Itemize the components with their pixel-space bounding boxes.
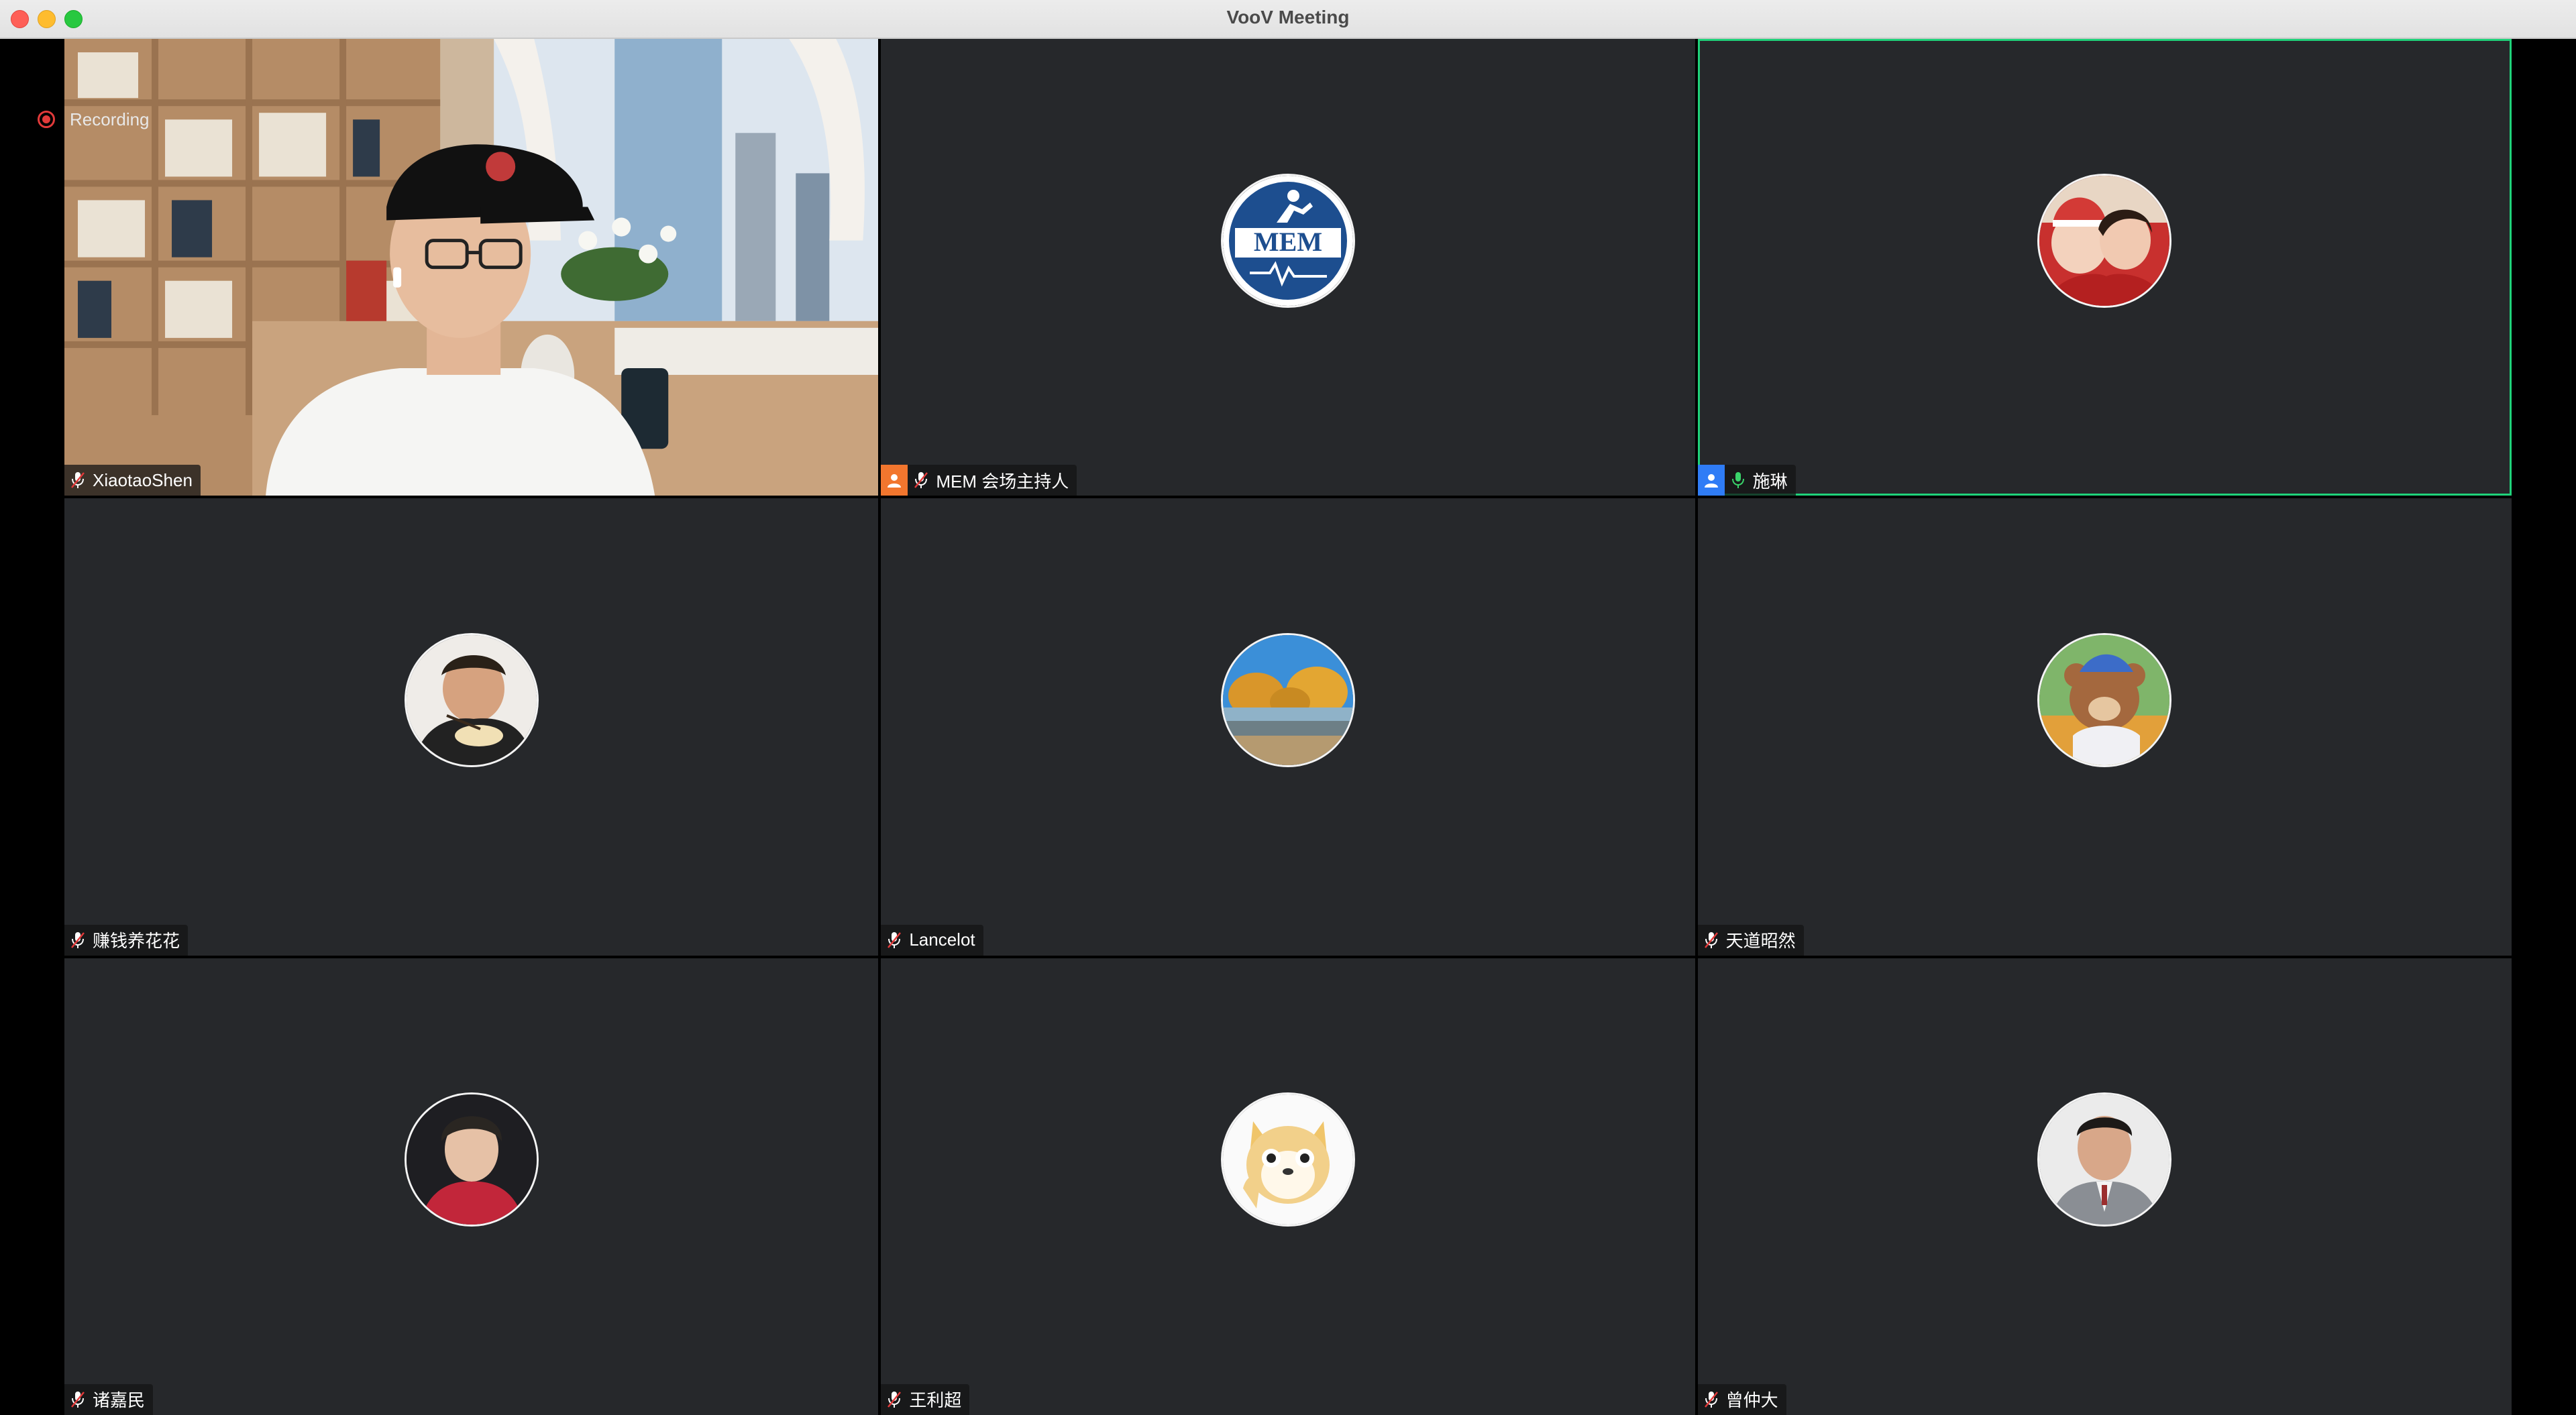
participant-grid: XiaotaoShen MEM MEM 会场主持人 施琳 赚钱养花花 Lance… (64, 39, 2512, 1415)
host-icon (881, 465, 908, 496)
mic-muted-icon (881, 925, 908, 956)
meeting-window: VooV Meeting Recording XiaotaoShen MEM M… (0, 0, 2576, 1415)
mic-muted-icon (64, 1384, 91, 1415)
participant-tile[interactable]: 诸嘉民 (64, 958, 879, 1415)
mic-muted-icon (1698, 1384, 1725, 1415)
video-stage: Recording XiaotaoShen MEM MEM 会场主持人 施琳 赚… (0, 39, 2576, 1415)
participant-name: 施琳 (1752, 471, 1788, 492)
participant-name-tag: 曾仲大 (1697, 1383, 1786, 1415)
participant-name: Lancelot (909, 929, 975, 950)
participant-tile[interactable]: MEM MEM 会场主持人 (881, 39, 1695, 496)
co-host-icon (1697, 465, 1725, 496)
participant-avatar (404, 1092, 539, 1227)
participant-avatar (1220, 632, 1355, 767)
participant-avatar (2037, 1092, 2172, 1227)
participant-name: 诸嘉民 (93, 1390, 146, 1411)
participant-name-tag: XiaotaoShen (64, 465, 201, 496)
mic-muted-icon (1698, 925, 1725, 956)
participant-name-tag: Lancelot (881, 924, 983, 956)
participant-name: 王利超 (909, 1390, 962, 1411)
mem-logo-avatar: MEM (1220, 173, 1355, 308)
participant-tile[interactable]: Lancelot (881, 498, 1695, 956)
mic-muted-icon (64, 925, 91, 956)
title-bar: VooV Meeting (0, 0, 2576, 39)
participant-tile-active-speaker[interactable]: 施琳 (1697, 39, 2512, 496)
mic-muted-icon (881, 1384, 908, 1415)
participant-tile[interactable]: XiaotaoShen (64, 39, 879, 496)
participant-tile[interactable]: 天道昭然 (1697, 498, 2512, 956)
participant-name-tag: 天道昭然 (1697, 924, 1804, 956)
participant-name-tag: 施琳 (1697, 465, 1796, 496)
mic-muted-icon (64, 465, 91, 496)
participant-name-tag: MEM 会场主持人 (881, 465, 1077, 496)
participant-name: 曾仲大 (1725, 1390, 1778, 1411)
participant-name-tag: 诸嘉民 (64, 1383, 154, 1415)
mic-on-icon (1725, 465, 1752, 496)
participant-name: 赚钱养花花 (93, 931, 180, 952)
participant-name: 天道昭然 (1725, 931, 1796, 952)
participant-name-tag: 王利超 (881, 1383, 970, 1415)
participant-video (64, 39, 879, 496)
mic-muted-icon (908, 465, 934, 496)
participant-name-tag: 赚钱养花花 (64, 924, 189, 956)
participant-tile[interactable]: 王利超 (881, 958, 1695, 1415)
participant-tile[interactable]: 赚钱养花花 (64, 498, 879, 956)
participant-avatar (404, 632, 539, 767)
window-title: VooV Meeting (1226, 7, 1350, 27)
participant-name: XiaotaoShen (93, 469, 193, 490)
recording-indicator[interactable]: Recording (38, 103, 150, 135)
participant-name: MEM 会场主持人 (936, 471, 1069, 492)
participant-tile[interactable]: 曾仲大 (1697, 958, 2512, 1415)
recording-label: Recording (70, 109, 150, 129)
participant-avatar (1220, 1092, 1355, 1227)
recording-icon (38, 111, 55, 128)
participant-avatar (2037, 173, 2172, 308)
participant-avatar (2037, 632, 2172, 767)
mem-logo-text: MEM (1254, 227, 1322, 257)
